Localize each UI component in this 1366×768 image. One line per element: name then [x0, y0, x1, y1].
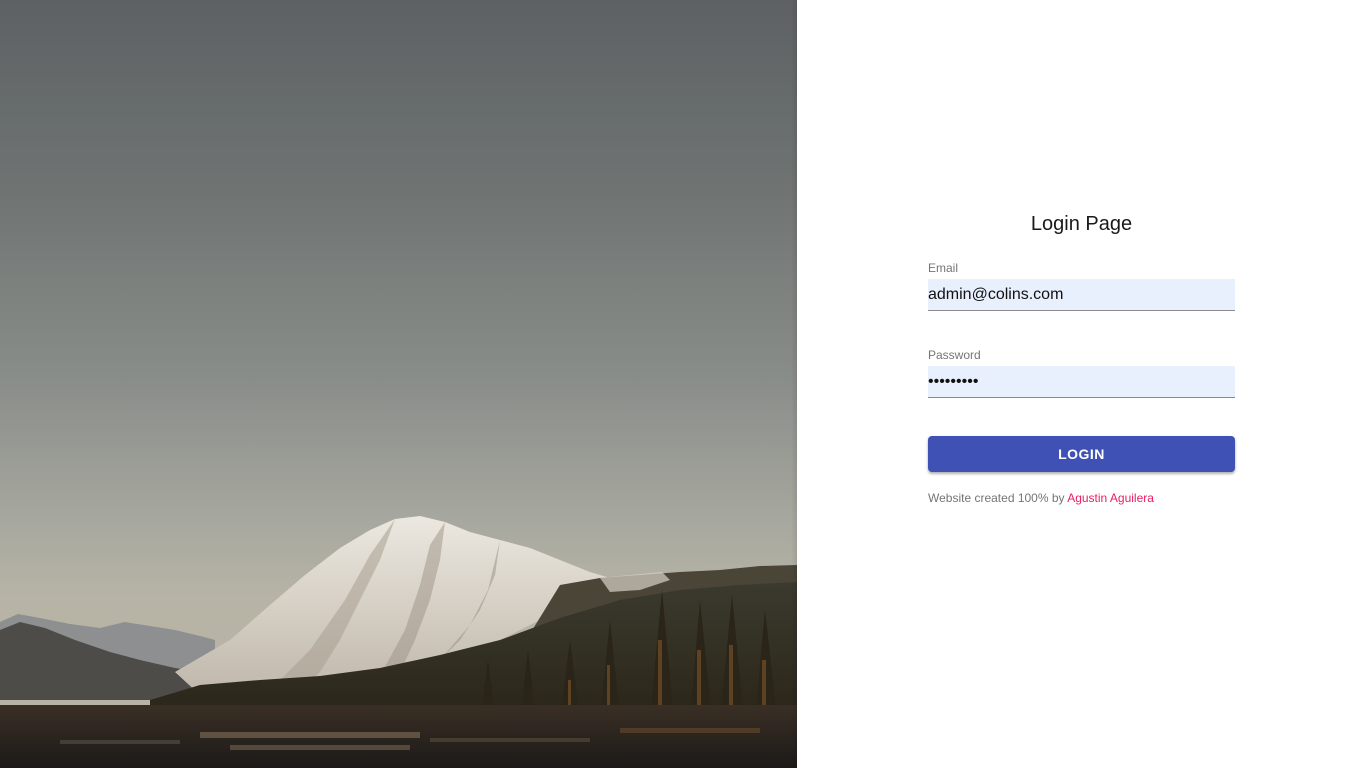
author-link[interactable]: Agustin Aguilera — [1067, 491, 1154, 505]
hero-image — [0, 0, 797, 768]
password-field-group: Password — [928, 348, 1235, 398]
email-label: Email — [928, 261, 959, 275]
password-label: Password — [928, 348, 981, 362]
login-form: Login Page Email Password LOGIN Website … — [928, 210, 1235, 506]
email-field-group: Email — [928, 261, 1235, 311]
login-panel: Login Page Email Password LOGIN Website … — [797, 0, 1366, 768]
login-page: Login Page Email Password LOGIN Website … — [0, 0, 1366, 768]
email-field[interactable] — [928, 279, 1235, 311]
login-button[interactable]: LOGIN — [928, 436, 1235, 472]
page-title: Login Page — [1030, 213, 1133, 235]
credit-text: Website created 100% by — [928, 491, 1065, 505]
credit-line: Website created 100% by Agustin Aguilera — [928, 490, 1235, 506]
mountain-landscape-illustration — [0, 516, 797, 768]
password-field[interactable] — [928, 366, 1235, 398]
